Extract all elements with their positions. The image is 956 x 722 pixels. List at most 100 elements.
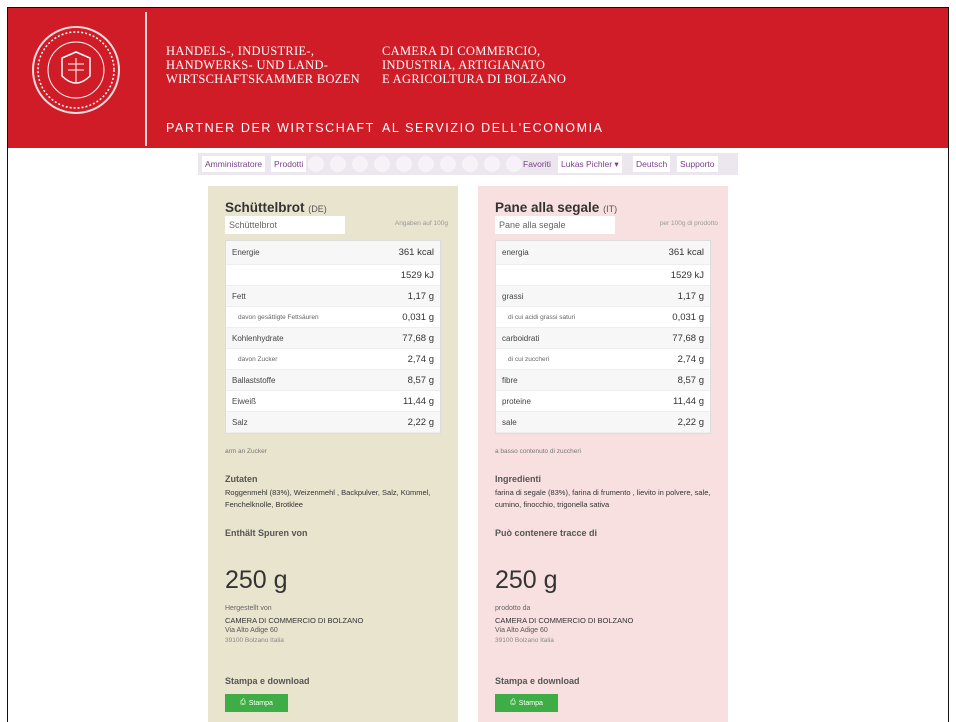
table-row: fibre 8,57 g [496, 370, 710, 391]
nav-favorites[interactable]: Favoriti [520, 156, 554, 172]
nutrient-value: 11,44 g [673, 395, 704, 407]
slogan-de: PARTNER DER WIRTSCHAFT [166, 121, 375, 135]
nutrient-value: 0,031 g [672, 311, 704, 323]
print-icon: ⎙ [240, 699, 246, 706]
nutrient-label: Ballaststoffe [232, 375, 276, 385]
table-row: di cui acidi grassi saturi 0,031 g [496, 307, 710, 328]
product-title-text: Pane alla segale [495, 200, 600, 215]
nutrition-claim: arm an Zucker [225, 448, 267, 455]
manufacturer-name: CAMERA DI COMMERCIO DI BOLZANO [495, 616, 634, 625]
table-row: grassi 1,17 g [496, 286, 710, 307]
nutrient-value: 11,44 g [403, 395, 434, 407]
ingredients-heading: Ingredienti [495, 474, 542, 484]
table-row: Fett 1,17 g [226, 286, 440, 307]
nutrient-value: 77,68 g [402, 332, 434, 344]
table-row: proteine 11,44 g [496, 391, 710, 412]
nutrient-value: 1529 kJ [400, 269, 434, 281]
product-title-text: Schüttelbrot [225, 200, 305, 215]
print-button-label: Stampa [248, 699, 273, 707]
nav-language[interactable]: Deutsch [633, 156, 671, 172]
table-row: sale 2,22 g [496, 412, 710, 433]
chamber-name-de-line: HANDWERKS- UND LAND- [166, 58, 329, 72]
manufacturer-address: Via Alto Adige 60 [495, 627, 548, 634]
nutrient-label: proteine [502, 396, 531, 406]
table-row: Salz 2,22 g [226, 412, 440, 433]
ingredients-heading: Zutaten [225, 474, 258, 484]
nutrient-value: 1529 kJ [670, 269, 704, 281]
ingredients-text: farina di segale (83%), farina di frumen… [495, 488, 711, 509]
nutrient-value: 2,74 g [677, 353, 704, 365]
chamber-name-it-line: CAMERA DI COMMERCIO, [382, 44, 541, 58]
top-navbar: Amministratore Prodotti Favoriti Lukas P… [198, 153, 738, 175]
header-divider [145, 12, 147, 146]
print-heading: Stampa e download [225, 676, 310, 686]
nutrient-label: davon gesättigte Fettsäuren [238, 313, 319, 321]
table-row: 1529 kJ [226, 265, 440, 286]
nutrient-label: Kohlenhydrate [232, 333, 284, 343]
nutrient-label: Fett [232, 291, 246, 301]
print-button[interactable]: ⎙ Stampa [225, 694, 288, 712]
nutrient-value: 361 kcal [398, 247, 434, 258]
product-panel-de: Schüttelbrot (DE) Schüttelbrot Angaben a… [208, 186, 458, 722]
table-row: davon Zucker 2,74 g [226, 349, 440, 370]
navbar-pattern [308, 156, 522, 172]
product-panel-it: Pane alla segale (IT) Pane alla segale p… [478, 186, 728, 722]
nav-products[interactable]: Prodotti [271, 156, 307, 172]
table-row: Eiweiß 11,44 g [226, 391, 440, 412]
manufacturer-label: Hergestellt von [225, 605, 272, 612]
product-title: Pane alla segale (IT) [495, 200, 617, 215]
chamber-name-it: CAMERA DI COMMERCIO, INDUSTRIA, ARTIGIAN… [382, 44, 566, 86]
browser-frame: HANDELS-, INDUSTRIE-, HANDWERKS- UND LAN… [7, 7, 949, 722]
table-row: Energie 361 kcal [226, 241, 440, 265]
nav-user-menu[interactable]: Lukas Pichler ▾ [558, 156, 622, 173]
nutrition-claim: a basso contenuto di zuccheri [495, 448, 581, 455]
product-subtitle-field[interactable]: Pane alla segale [495, 216, 615, 234]
manufacturer-name: CAMERA DI COMMERCIO DI BOLZANO [225, 616, 364, 625]
nav-support[interactable]: Supporto [677, 156, 718, 172]
print-button[interactable]: ⎙ Stampa [495, 694, 558, 712]
table-row: Kohlenhydrate 77,68 g [226, 328, 440, 349]
ingredients-text: Roggenmehl (83%), Weizenmehl , Backpulve… [225, 488, 431, 509]
nav-admin[interactable]: Amministratore [202, 156, 266, 172]
nutrient-value: 0,031 g [402, 311, 434, 323]
per-100g-note: per 100g di prodotto [659, 220, 718, 227]
print-heading: Stampa e download [495, 676, 580, 686]
table-row: Ballaststoffe 8,57 g [226, 370, 440, 391]
nutrient-label: Eiweiß [232, 396, 257, 406]
product-subtitle-field[interactable]: Schüttelbrot [225, 216, 345, 234]
nutrient-label: sale [502, 417, 517, 427]
slogan-it: AL SERVIZIO DELL'ECONOMIA [382, 121, 604, 135]
chamber-name-de: HANDELS-, INDUSTRIE-, HANDWERKS- UND LAN… [166, 44, 360, 86]
traces-heading: Enthält Spuren von [225, 528, 308, 538]
chamber-name-de-line: HANDELS-, INDUSTRIE-, [166, 44, 315, 58]
nutrition-table: energia 361 kcal 1529 kJ grassi 1,17 g di … [495, 240, 711, 434]
nutrient-label: di cui acidi grassi saturi [508, 313, 576, 321]
manufacturer-city: 39100 Bolzano Italia [495, 637, 554, 644]
per-100g-note: Angaben auf 100g [394, 220, 448, 227]
nutrition-table: Energie 361 kcal 1529 kJ Fett 1,17 g davon… [225, 240, 441, 434]
product-lang: (IT) [603, 204, 618, 214]
print-button-label: Stampa [518, 699, 543, 707]
nutrient-label: Salz [232, 417, 248, 427]
chamber-name-it-line: E AGRICOLTURA DI BOLZANO [382, 72, 567, 86]
print-icon: ⎙ [510, 699, 516, 706]
chamber-header: HANDELS-, INDUSTRIE-, HANDWERKS- UND LAN… [8, 8, 948, 148]
traces-heading: Può contenere tracce di [495, 528, 598, 538]
table-row: carboidrati 77,68 g [496, 328, 710, 349]
nutrient-label: grassi [502, 291, 524, 301]
net-weight: 250 g [495, 566, 558, 594]
nutrient-value: 8,57 g [407, 374, 434, 386]
nutrient-value: 2,74 g [407, 353, 434, 365]
nutrient-label: davon Zucker [238, 355, 278, 363]
nutrient-value: 2,22 g [677, 416, 704, 428]
chamber-name-de-line: WIRTSCHAFTSKAMMER BOZEN [166, 72, 361, 86]
nutrient-value: 8,57 g [677, 374, 704, 386]
net-weight: 250 g [225, 566, 288, 594]
chamber-seal-icon [32, 26, 120, 114]
nutrient-label: Energie [232, 248, 260, 257]
nutrient-value: 1,17 g [677, 290, 704, 302]
manufacturer-city: 39100 Bolzano Italia [225, 637, 284, 644]
chamber-name-it-line: INDUSTRIA, ARTIGIANATO [382, 58, 546, 72]
nutrient-value: 1,17 g [407, 290, 434, 302]
product-lang: (DE) [308, 204, 327, 214]
